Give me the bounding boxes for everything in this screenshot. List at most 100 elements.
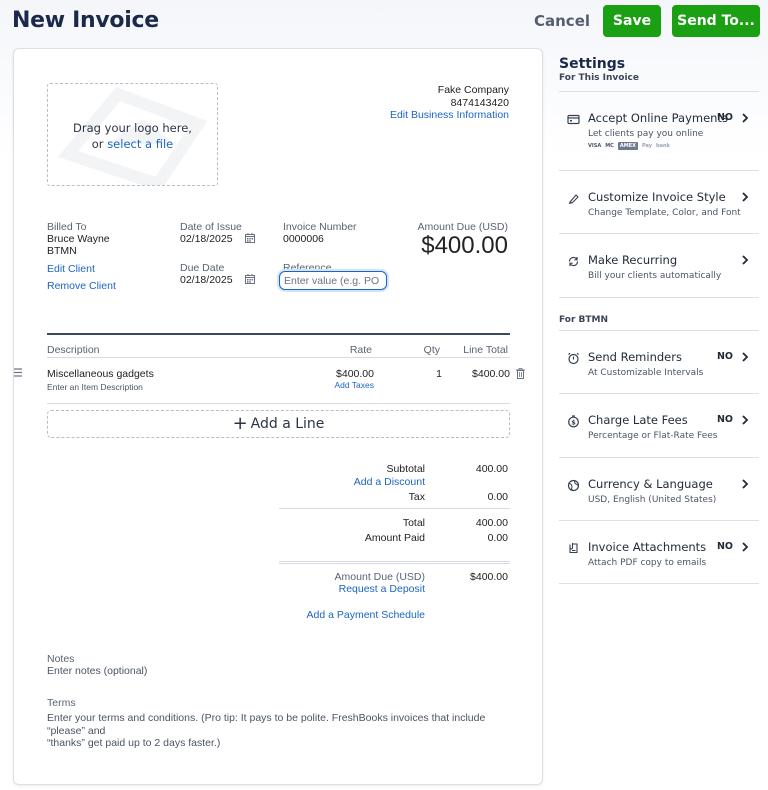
chevron-right-icon: [742, 192, 749, 202]
add-line-label: Add a Line: [250, 416, 325, 432]
setting-invoice-attachments[interactable]: Invoice Attachments Attach PDF copy to e…: [559, 520, 759, 584]
logo-drop-zone[interactable]: Drag your logo here, or select a file: [47, 83, 218, 186]
amount-paid-value: 0.00: [487, 532, 508, 544]
setting-status-badge: NO: [716, 112, 733, 123]
item-rate[interactable]: $400.00: [336, 368, 374, 380]
table-header-divider: [47, 357, 510, 358]
trash-icon[interactable]: [516, 368, 525, 379]
chevron-right-icon: [742, 479, 749, 489]
total-label: Total: [402, 517, 425, 529]
card-icon: [567, 114, 580, 125]
chevron-right-icon: [742, 352, 749, 362]
notes-input[interactable]: Enter notes (optional): [47, 665, 147, 677]
chevron-right-icon: [742, 542, 749, 552]
date-of-issue-value: 02/18/2025: [180, 233, 233, 245]
reference-input[interactable]: [279, 271, 387, 290]
amount-due-value: $400.00: [421, 232, 508, 259]
table-row[interactable]: Miscellaneous gadgets Enter an Item Desc…: [14, 365, 544, 401]
page-title: New Invoice: [12, 8, 159, 33]
payment-schedule-link[interactable]: Add a Payment Schedule: [307, 609, 426, 621]
add-taxes-link[interactable]: Add Taxes: [334, 380, 374, 390]
settings-header: Settings For This Invoice: [559, 56, 759, 83]
setting-title: Charge Late Fees: [588, 413, 688, 427]
setting-title: Make Recurring: [588, 253, 678, 267]
tax-value: 0.00: [487, 491, 508, 503]
globe-icon: [567, 479, 580, 492]
totals-divider: [279, 508, 510, 509]
calendar-icon[interactable]: [245, 274, 256, 284]
setting-make-recurring[interactable]: Make Recurring Bill your clients automat…: [559, 233, 759, 296]
remove-client-link[interactable]: Remove Client: [47, 280, 116, 292]
send-to-button[interactable]: Send To...: [672, 5, 760, 37]
amount-paid-label: Amount Paid: [364, 532, 425, 544]
apple-pay-logo: Pay: [641, 143, 652, 149]
cancel-button[interactable]: Cancel: [534, 12, 590, 30]
table-header-rule: [47, 333, 510, 335]
calendar-icon[interactable]: [245, 233, 256, 243]
terms-input[interactable]: Enter your terms and conditions. (Pro ti…: [47, 712, 522, 750]
payment-logos: VISA MC AMEX Pay bank: [588, 142, 670, 150]
client-company: BTMN: [47, 245, 77, 257]
setting-currency-language[interactable]: Currency & Language USD, English (United…: [559, 457, 759, 520]
plus-icon: +: [232, 413, 248, 434]
select-file-link[interactable]: select a file: [107, 137, 173, 151]
item-qty[interactable]: 1: [436, 368, 442, 380]
due-date-value: 02/18/2025: [180, 274, 233, 286]
setting-title: Send Reminders: [588, 350, 682, 364]
setting-desc: Let clients pay you online: [588, 129, 704, 139]
add-discount-link[interactable]: Add a Discount: [354, 476, 425, 488]
terms-label: Terms: [47, 697, 76, 709]
setting-send-reminders[interactable]: Send Reminders At Customizable Intervals…: [559, 330, 759, 393]
business-phone: 8474143420: [450, 96, 509, 109]
amount-due-divider: [279, 561, 510, 562]
item-name[interactable]: Miscellaneous gadgets: [47, 368, 154, 380]
bank-logo: bank: [656, 143, 670, 149]
setting-status-badge: NO: [716, 541, 733, 552]
invoice-number-value[interactable]: 0000006: [283, 233, 324, 245]
setting-desc: Change Template, Color, and Font: [588, 208, 741, 218]
amount-due-usd-label: Amount Due (USD): [334, 571, 425, 583]
tax-label: Tax: [408, 491, 425, 503]
visa-logo: VISA: [588, 143, 602, 149]
setting-status-badge: NO: [716, 414, 733, 425]
setting-late-fees[interactable]: $ Charge Late Fees Percentage or Flat-Ra…: [559, 393, 759, 456]
subtotal-value: 400.00: [475, 463, 508, 475]
paperclip-icon: [569, 543, 578, 554]
amount-due-divider-2: [279, 563, 510, 564]
setting-desc: USD, English (United States): [588, 495, 717, 505]
edit-business-link[interactable]: Edit Business Information: [390, 109, 509, 122]
business-info: Fake Company 8474143420 Edit Business In…: [390, 84, 509, 122]
settings-title: Settings: [559, 56, 626, 72]
alarm-icon: [568, 352, 579, 365]
setting-title: Accept Online Payments: [588, 111, 728, 125]
request-deposit-link[interactable]: Request a Deposit: [339, 583, 425, 595]
subtotal-label: Subtotal: [386, 463, 425, 475]
item-description[interactable]: Enter an Item Description: [47, 382, 143, 392]
setting-desc: At Customizable Intervals: [588, 368, 704, 378]
add-line-button[interactable]: + Add a Line: [47, 410, 510, 438]
due-date-label: Due Date: [180, 262, 225, 274]
logo-or-text: or: [91, 137, 104, 151]
brush-icon: [568, 194, 579, 204]
chevron-right-icon: [742, 113, 749, 123]
date-of-issue-label: Date of Issue: [180, 221, 242, 233]
drag-handle-icon[interactable]: [13, 368, 23, 377]
logo-drop-text: Drag your logo here,: [73, 121, 192, 135]
top-bar: New Invoice Cancel Save Send To...: [0, 0, 768, 44]
chevron-right-icon: [742, 415, 749, 425]
notes-label: Notes: [47, 653, 75, 665]
settings-subtitle: For This Invoice: [559, 73, 639, 83]
setting-online-payments[interactable]: Accept Online Payments Let clients pay y…: [559, 91, 759, 154]
chevron-right-icon: [742, 255, 749, 265]
date-of-issue-field[interactable]: 02/18/2025: [180, 233, 256, 245]
setting-invoice-style[interactable]: Customize Invoice Style Change Template,…: [559, 170, 759, 233]
due-date-field[interactable]: 02/18/2025: [180, 274, 256, 286]
save-button[interactable]: Save: [603, 5, 661, 37]
item-line-total: $400.00: [472, 368, 510, 380]
terms-line-2: “thanks” get paid up to 2 days faster.): [47, 737, 221, 749]
edit-client-link[interactable]: Edit Client: [47, 263, 95, 275]
total-value: 400.00: [475, 517, 508, 529]
setting-desc: Attach PDF copy to emails: [588, 558, 707, 568]
amount-due-usd-value: $400.00: [470, 571, 508, 583]
row-divider: [47, 403, 510, 404]
